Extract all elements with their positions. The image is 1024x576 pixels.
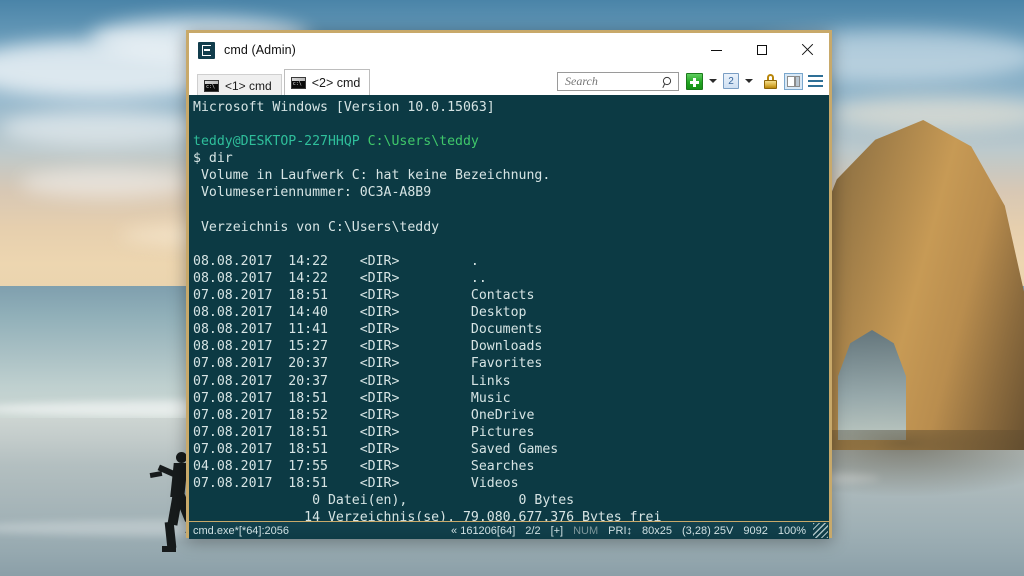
console-number-icon: 2 — [723, 73, 739, 89]
console-dir-header: Verzeichnis von C:\Users\teddy — [193, 219, 440, 235]
hamburger-menu-icon — [808, 75, 823, 87]
console-blank — [193, 116, 829, 133]
console-output[interactable]: Microsoft Windows [Version 10.0.15063] t… — [189, 95, 829, 521]
tab-console-2[interactable]: <2> cmd — [283, 69, 371, 95]
toolbar[interactable]: 2 — [557, 69, 825, 93]
maximize-icon — [756, 45, 767, 55]
lock-button[interactable] — [759, 73, 782, 89]
console-dir-entry: 07.08.2017 18:51 <DIR> Contacts — [193, 288, 535, 304]
status-num: NUM — [573, 524, 599, 537]
console-dir-entry: 08.08.2017 14:22 <DIR> .. — [193, 270, 487, 286]
maximize-button[interactable] — [739, 33, 784, 67]
console-command-line: $ dir — [193, 151, 233, 167]
console-icon — [204, 80, 219, 92]
status-right-group: « 161206[64] 2/2 [+] NUM PRI↕ 80x25 (3,2… — [446, 525, 811, 537]
chevron-down-icon[interactable] — [745, 79, 753, 83]
chevron-down-icon[interactable] — [709, 79, 717, 83]
panels-button[interactable] — [782, 72, 808, 90]
window-title: cmd (Admin) — [224, 43, 296, 57]
new-console-button[interactable] — [686, 72, 703, 90]
prompt-user-host: teddy@DESKTOP-227HHQP — [193, 134, 368, 150]
conemu-window[interactable]: cmd (Admin) <1> cmd <2> cmd — [186, 30, 832, 539]
tab-label: <1> cmd — [225, 79, 272, 93]
tab-bar[interactable]: <1> cmd <2> cmd 2 — [189, 67, 829, 97]
cloud — [20, 168, 190, 198]
console-dir-entry: 04.08.2017 17:55 <DIR> Searches — [193, 458, 535, 474]
console-dir-entry: 07.08.2017 20:37 <DIR> Favorites — [193, 356, 543, 372]
search-input[interactable] — [563, 72, 665, 90]
console-blank — [193, 236, 829, 253]
close-button[interactable] — [784, 33, 829, 67]
prompt-cwd: C:\Users\teddy — [367, 134, 479, 150]
green-plus-icon — [686, 72, 703, 90]
conemu-app-icon — [198, 41, 215, 59]
console-prompt-line: teddy@DESKTOP-227HHQP C:\Users\teddy — [193, 133, 829, 150]
status-size: 80x25 — [642, 524, 672, 537]
close-icon — [801, 44, 813, 56]
console-icon — [290, 76, 306, 89]
status-insert: [+] — [550, 524, 564, 537]
resize-grip[interactable] — [813, 523, 828, 538]
status-scroll: « 161206[64] — [451, 524, 516, 537]
status-priority: PRI↕ — [608, 524, 633, 537]
padlock-icon — [764, 73, 777, 89]
window-titlebar[interactable]: cmd (Admin) — [189, 33, 829, 67]
minimize-button[interactable] — [694, 33, 739, 67]
console-dir-entry: 08.08.2017 15:27 <DIR> Downloads — [193, 339, 543, 355]
console-dir-entry: 07.08.2017 18:51 <DIR> Saved Games — [193, 441, 559, 457]
status-tab-index: 2/2 — [525, 524, 541, 537]
console-dir-entry: 07.08.2017 18:51 <DIR> Pictures — [193, 424, 535, 440]
console-files-summary: 0 Datei(en), 0 Bytes — [193, 493, 575, 509]
status-handle: 9092 — [743, 524, 768, 537]
console-blank — [193, 202, 829, 219]
active-console-button[interactable]: 2 — [723, 73, 739, 89]
console-dir-entry: 08.08.2017 11:41 <DIR> Documents — [193, 322, 543, 338]
magnifier-icon — [662, 76, 672, 88]
split-panel-icon — [784, 72, 803, 90]
status-process: cmd.exe*[*64]:2056 — [193, 524, 290, 537]
minimize-icon — [711, 49, 722, 51]
console-dir-entry: 07.08.2017 20:37 <DIR> Links — [193, 373, 511, 389]
console-banner: Microsoft Windows [Version 10.0.15063] — [193, 100, 495, 115]
status-bar[interactable]: cmd.exe*[*64]:2056 « 161206[64] 2/2 [+] … — [189, 521, 829, 539]
console-serial-line: Volumeseriennummer: 0C3A-A8B9 — [193, 185, 432, 201]
tab-label: <2> cmd — [311, 75, 361, 90]
console-dirs-summary: 14 Verzeichnis(se), 79.080.677.376 Bytes… — [193, 510, 662, 521]
status-zoom: 100% — [777, 524, 806, 537]
console-dir-entry: 08.08.2017 14:22 <DIR> . — [193, 253, 479, 269]
cloud — [0, 110, 200, 146]
console-dir-entry: 07.08.2017 18:51 <DIR> Videos — [193, 476, 519, 492]
window-controls — [694, 33, 829, 67]
menu-button[interactable] — [808, 75, 825, 87]
console-volume-line: Volume in Laufwerk C: hat keine Bezeichn… — [193, 168, 551, 184]
console-dir-entry: 07.08.2017 18:51 <DIR> Music — [193, 390, 511, 406]
console-dir-entry: 08.08.2017 14:40 <DIR> Desktop — [193, 305, 527, 321]
tab-console-1[interactable]: <1> cmd — [197, 74, 282, 97]
search-box[interactable] — [557, 71, 679, 91]
console-dir-entry: 07.08.2017 18:52 <DIR> OneDrive — [193, 407, 535, 423]
status-cursor: (3,28) 25V — [682, 524, 734, 537]
